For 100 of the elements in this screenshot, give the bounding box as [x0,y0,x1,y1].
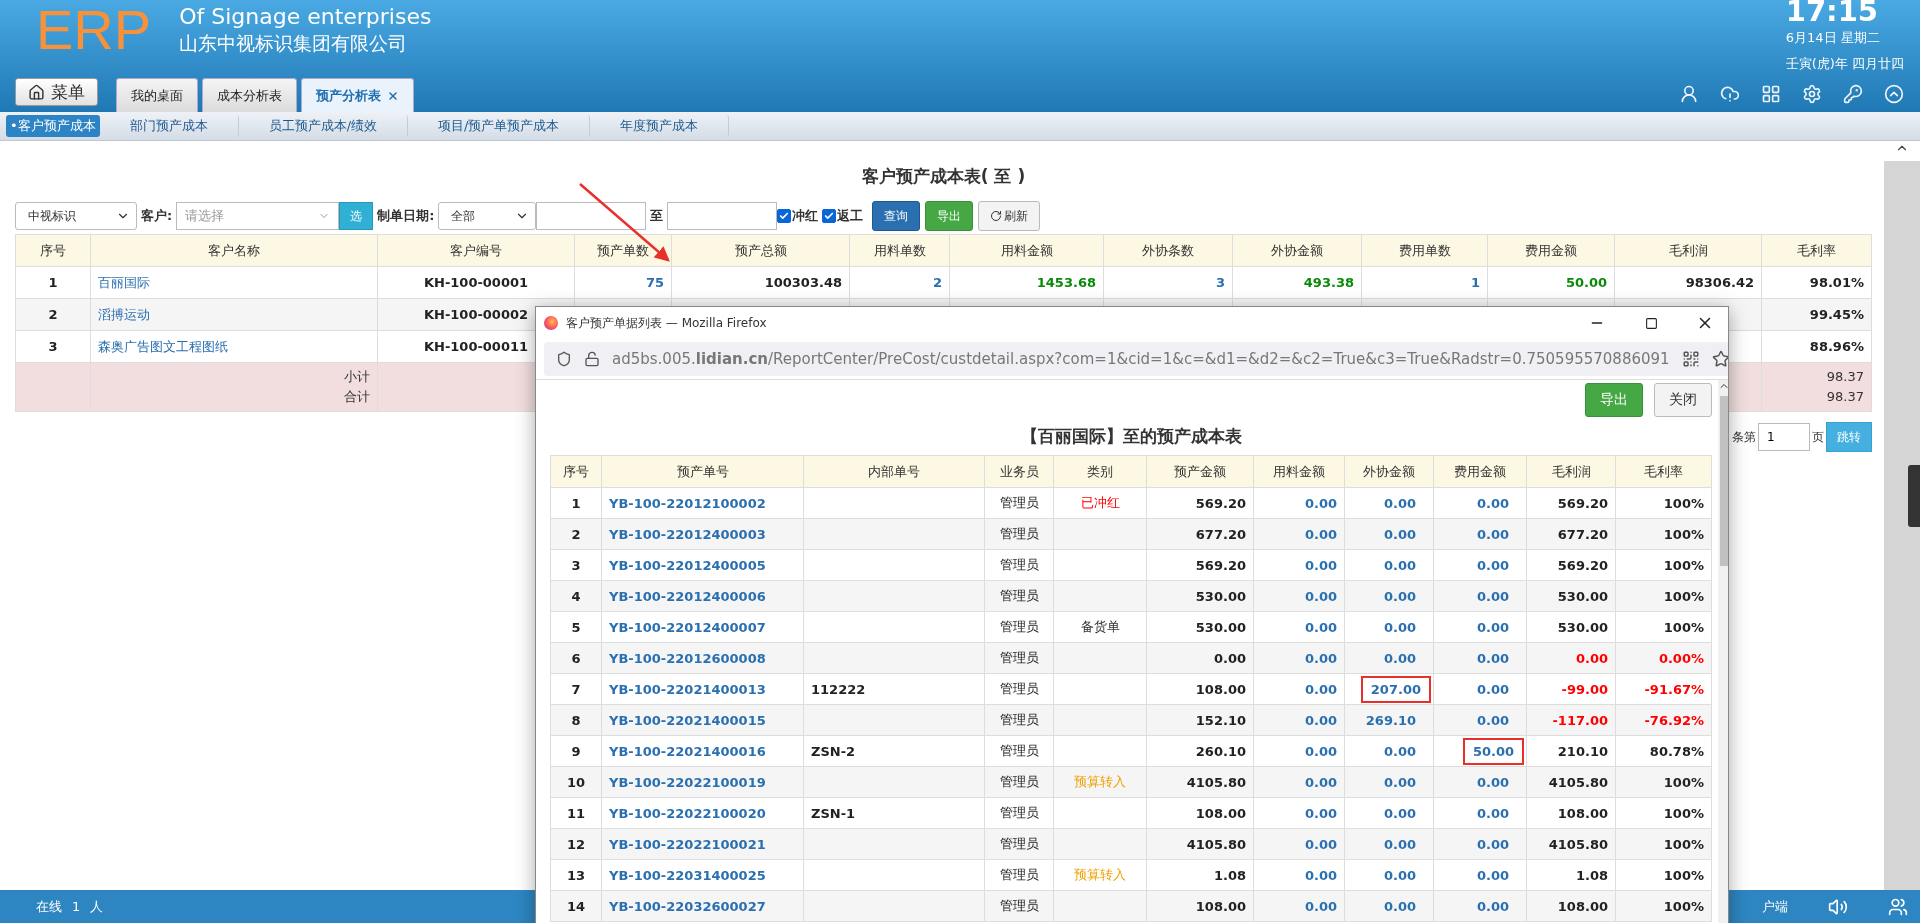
order-link[interactable]: YB-100-22012400007 [609,619,766,635]
toolbar-button[interactable]: 导出 [925,201,974,231]
amount-text: 0.00 [1382,835,1417,854]
column-header: 序号 [15,234,91,267]
order-link[interactable]: YB-100-22022100021 [609,836,766,852]
subnav-item[interactable]: 部门预产成本 [99,115,239,137]
table-cell: 100% [1615,487,1712,519]
order-link[interactable]: YB-100-22012400006 [609,588,766,604]
table-cell: 4 [550,580,602,612]
column-header: 预产单数 [574,234,672,267]
tab[interactable]: 成本分析表 [202,78,297,112]
pager-label: 页 [1812,428,1824,446]
chevron-up-icon[interactable] [1884,84,1904,104]
amount-text: 0.00 [1382,804,1417,823]
subnav-item[interactable]: 员工预产成本/绩效 [238,115,409,137]
amount-text: 0.00 [1475,773,1510,792]
online-unit: 人 [90,898,104,914]
column-header: 外协金额 [1344,455,1434,488]
popup-scrollbar[interactable] [1718,380,1728,923]
toolbar-button[interactable]: 查询 [872,201,921,231]
order-link[interactable]: YB-100-22012100002 [609,495,766,511]
table-cell: 0.00 [1253,797,1345,829]
refresh-icon[interactable] [990,210,1003,222]
company-select[interactable]: 中视标识 [15,202,137,230]
order-link[interactable]: YB-100-22012600008 [609,650,766,666]
table-cell: 管理员 [984,642,1054,674]
qr-code-icon[interactable] [1681,350,1700,368]
order-link[interactable]: YB-100-22022100020 [609,805,766,821]
speaker-icon[interactable] [1828,896,1848,917]
table-cell: 管理员 [984,735,1054,767]
client-link[interactable]: 户端 [1762,897,1788,916]
order-link[interactable]: YB-100-22022100019 [609,774,766,790]
column-header: 毛利率 [1615,455,1712,488]
tab[interactable]: 我的桌面 [116,78,198,112]
customer-link[interactable]: 滔搏运动 [98,306,150,322]
table-cell: 108.00 [1146,673,1254,705]
table-cell: 100% [1615,766,1712,798]
side-handle[interactable] [1908,465,1920,527]
online-label: 在线 [36,898,62,914]
summary-value: 98.37 [1825,368,1864,386]
tab[interactable]: 预产分析表 [301,78,414,112]
customer-link[interactable]: 百丽国际 [98,274,150,290]
summary-label: 合计 [343,388,370,406]
order-link[interactable]: YB-100-22031400025 [609,867,766,883]
lock-icon[interactable] [584,351,600,367]
popup-button[interactable]: 导出 [1585,383,1643,417]
start-date-field[interactable] [536,202,647,230]
table-cell: 管理员 [984,890,1054,922]
key-icon[interactable] [1843,84,1863,104]
table-cell: 108.00 [1146,797,1254,829]
popup-button[interactable]: 关闭 [1654,383,1712,417]
table-cell: 管理员 [984,487,1054,519]
order-link[interactable]: YB-100-22012400003 [609,526,766,542]
subnav-item[interactable]: 年度预产成本 [590,115,730,137]
customer-link[interactable]: 森奥广告图文工程图纸 [98,338,228,354]
toolbar-button[interactable]: 刷新 [978,201,1041,231]
table-cell: 152.10 [1146,704,1254,736]
maximize-icon[interactable] [1644,316,1658,330]
user-icon[interactable] [1679,84,1699,104]
table-cell: 100% [1615,890,1712,922]
table-cell: 0.00 [1253,487,1345,519]
end-date-field[interactable] [667,202,778,230]
menu-button[interactable]: 菜单 [15,78,98,106]
cloud-alert-icon[interactable] [1720,84,1740,104]
table-cell: 预算转入 [1053,859,1147,891]
column-header: 毛利润 [1614,234,1762,267]
shield-icon[interactable] [556,351,572,367]
amount-text: 0.00 [1382,649,1417,668]
table-cell: 管理员 [984,673,1054,705]
grid-icon[interactable] [1761,84,1781,104]
erp-logo: ERP [36,2,152,58]
table-cell: 0.00 [1253,642,1345,674]
table-cell: 0.00 [1253,549,1345,581]
table-cell: 3 [15,330,91,363]
users-icon[interactable] [1888,896,1908,917]
table-cell: 530.00 [1526,580,1616,612]
star-icon[interactable] [1711,350,1728,368]
home-icon[interactable] [28,83,45,101]
table-cell: 99.45% [1761,298,1872,331]
page-field[interactable]: 1 [1758,423,1810,451]
address-bar[interactable]: ad5bs.005.lidian.cn/ReportCenter/PreCost/custdetail.aspx?com=1&cid=1&c=&d1=&d2=&c2=True&c3=True&Radstr=0.750595570886091 [544,342,1728,376]
table-cell: 112222 [803,673,985,705]
order-link[interactable]: YB-100-22012400005 [609,557,766,573]
amount-text: 0.00 [1475,587,1510,606]
date-range-select[interactable]: 全部 [438,202,537,230]
table-cell: 530.00 [1146,580,1254,612]
scrollbar[interactable] [1884,141,1920,890]
column-header: 毛利润 [1526,455,1616,488]
scroll-thumb[interactable] [1719,396,1728,566]
subnav-item[interactable]: •客户预产成本 [6,115,100,137]
customer-field[interactable]: 请选择 [176,202,340,230]
order-link[interactable]: YB-100-22021400013 [609,681,766,697]
table-cell: 0.00 [1253,518,1345,550]
order-link[interactable]: YB-100-22032600027 [609,898,766,914]
url-text[interactable]: ad5bs.005.lidian.cn/ReportCenter/PreCost/custdetail.aspx?com=1&cid=1&c=&d1=&d2=&c2=True&c3=True&Radstr=0.750595570886091 [612,350,1670,368]
subnav-item[interactable]: 项目/预产单预产成本 [408,115,591,137]
order-link[interactable]: YB-100-22021400015 [609,712,766,728]
date-label: 制单日期: [377,207,435,225]
settings-icon[interactable] [1802,84,1822,104]
order-link[interactable]: YB-100-22021400016 [609,743,766,759]
